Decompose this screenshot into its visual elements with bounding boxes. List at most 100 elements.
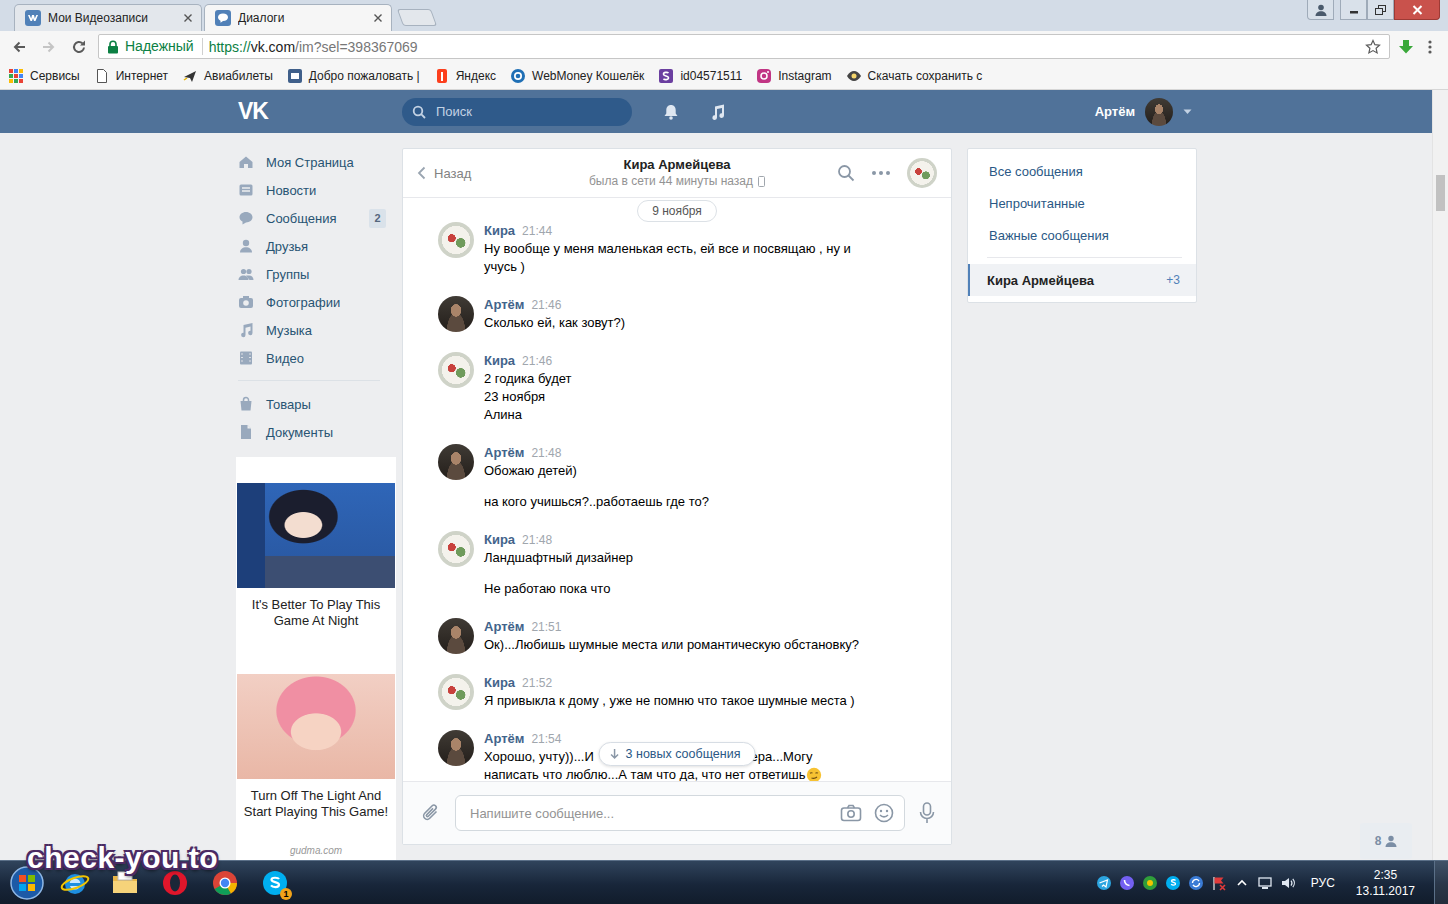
bookmark[interactable]: Добро пожаловать |	[287, 68, 420, 84]
message-author[interactable]: Кира	[484, 353, 515, 368]
ad-caption[interactable]: It's Better To Play This Game At Night	[241, 597, 391, 629]
ad-source[interactable]: gudma.com	[290, 845, 342, 856]
bookmark[interactable]: Яндекс	[434, 68, 496, 84]
smile-icon[interactable]	[874, 803, 894, 823]
ad-caption[interactable]: Turn Off The Light And Start Playing Thi…	[241, 788, 391, 820]
sidebar-item[interactable]: Документы	[236, 418, 396, 446]
profile-button[interactable]	[1307, 0, 1334, 20]
close-window-button[interactable]	[1394, 0, 1440, 20]
sidebar-item[interactable]: Моя Страница	[236, 148, 396, 176]
volume-icon[interactable]	[1280, 875, 1296, 891]
filter-item[interactable]: Важные сообщения	[968, 219, 1196, 251]
new-tab-button[interactable]	[397, 9, 437, 26]
message-avatar[interactable]	[438, 730, 474, 766]
search-icon[interactable]	[837, 164, 855, 182]
sidebar-item[interactable]: Фотографии	[236, 288, 396, 316]
ad-image[interactable]	[237, 674, 395, 779]
show-hidden-icon[interactable]	[1234, 875, 1250, 891]
message-author[interactable]: Кира	[484, 223, 515, 238]
sidebar-item[interactable]: Группы	[236, 260, 396, 288]
bookmark-star-icon[interactable]	[1365, 39, 1381, 55]
message-avatar[interactable]	[438, 444, 474, 480]
sidebar-item[interactable]: Новости	[236, 176, 396, 204]
paperclip-icon[interactable]	[421, 802, 441, 824]
music-note-icon[interactable]	[708, 103, 726, 121]
instagram-icon	[756, 68, 772, 84]
sidebar-item[interactable]: Товары	[236, 390, 396, 418]
ad-image[interactable]	[237, 483, 395, 588]
bookmark[interactable]: Instagram	[756, 68, 831, 84]
message-avatar[interactable]	[438, 296, 474, 332]
message-author[interactable]: Артём	[484, 445, 524, 460]
vk-logo[interactable]: VK	[236, 98, 402, 125]
taskbar-app[interactable]: 1	[250, 863, 300, 903]
menu-dots-icon[interactable]	[1422, 39, 1438, 55]
search-input[interactable]	[434, 103, 622, 120]
close-tab-icon[interactable]	[373, 13, 383, 23]
bookmark[interactable]: Сервисы	[8, 68, 80, 84]
message-avatar[interactable]	[438, 222, 474, 258]
address-bar[interactable]: Надежный https://vk.com/im?sel=398367069	[98, 34, 1390, 59]
message-field[interactable]	[455, 795, 905, 831]
close-tab-icon[interactable]	[183, 13, 193, 23]
message-line: 23 ноября	[484, 388, 571, 406]
video-icon	[238, 350, 254, 366]
message-avatar[interactable]	[438, 674, 474, 710]
security-indicator[interactable]: Надежный	[107, 38, 203, 55]
microphone-icon[interactable]	[919, 802, 935, 824]
bookmark[interactable]: Авиабилеты	[182, 68, 273, 84]
filter-item[interactable]: Все сообщения	[968, 155, 1196, 187]
browser-tab[interactable]: Мои Видеозаписи	[14, 4, 202, 31]
scrollbar-thumb[interactable]	[1436, 175, 1445, 211]
show-desktop-button[interactable]	[1434, 861, 1448, 904]
maximize-button[interactable]	[1367, 0, 1394, 20]
message-author[interactable]: Артём	[484, 297, 524, 312]
telegram-icon[interactable]	[1096, 875, 1112, 891]
filter-item[interactable]: Непрочитанные	[968, 187, 1196, 219]
reload-button[interactable]	[68, 36, 90, 58]
clock[interactable]: 2:3513.11.2017	[1356, 867, 1415, 899]
sync-icon[interactable]	[1188, 875, 1204, 891]
network-icon[interactable]	[1257, 875, 1273, 891]
url-text[interactable]: https://vk.com/im?sel=398367069	[209, 39, 1359, 55]
back-button[interactable]	[8, 36, 30, 58]
new-messages-button[interactable]: 3 новых сообщения	[599, 742, 756, 766]
contact-name[interactable]: Кира Армейцева	[589, 156, 765, 173]
keyboard-language[interactable]: РУС	[1311, 876, 1335, 890]
bell-icon[interactable]	[662, 103, 680, 121]
bookmark[interactable]: id04571511	[658, 68, 742, 84]
online-friends-button[interactable]: 8	[1360, 823, 1412, 859]
message-avatar[interactable]	[438, 618, 474, 654]
message-author[interactable]: Кира	[484, 675, 515, 690]
bookmark[interactable]: Интернет	[94, 68, 168, 84]
message-author[interactable]: Артём	[484, 731, 524, 746]
user-menu[interactable]: Артём	[1095, 98, 1196, 126]
viber-icon[interactable]	[1119, 875, 1135, 891]
message-avatar[interactable]	[438, 352, 474, 388]
conversation-item[interactable]: Кира Армейцева+3	[968, 264, 1196, 296]
update-icon[interactable]	[1142, 875, 1158, 891]
action-center-icon[interactable]	[1211, 875, 1227, 891]
browser-tab[interactable]: Диалоги	[204, 4, 392, 31]
message-input[interactable]	[468, 805, 828, 822]
sidebar-item[interactable]: Сообщения2	[236, 204, 396, 232]
sidebar-item[interactable]: Музыка	[236, 316, 396, 344]
bookmark[interactable]: WebMoney Кошелёк	[510, 68, 644, 84]
message-avatar[interactable]	[438, 531, 474, 567]
search-box[interactable]	[402, 98, 632, 126]
back-button[interactable]: Назад	[417, 166, 589, 181]
bookmark[interactable]: Скачать сохранить с	[846, 68, 983, 84]
skype-tray-icon[interactable]	[1165, 875, 1181, 891]
contact-avatar[interactable]	[907, 158, 937, 188]
minimize-button[interactable]	[1340, 0, 1367, 20]
download-icon[interactable]	[1398, 39, 1414, 55]
forward-button[interactable]	[38, 36, 60, 58]
message-author[interactable]: Кира	[484, 532, 515, 547]
page-scrollbar[interactable]	[1432, 90, 1448, 860]
sidebar-item[interactable]: Друзья	[236, 232, 396, 260]
more-dots-icon[interactable]	[871, 170, 891, 176]
camera-icon[interactable]	[840, 804, 862, 822]
sidebar-item[interactable]: Видео	[236, 344, 396, 372]
user-avatar[interactable]	[1145, 98, 1173, 126]
message-author[interactable]: Артём	[484, 619, 524, 634]
